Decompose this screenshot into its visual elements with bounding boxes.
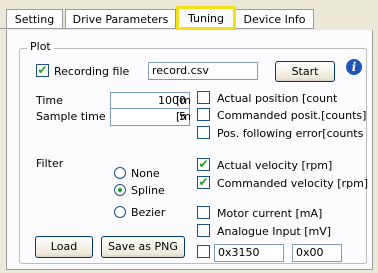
pos-following-error-label: Pos. following error[counts (217, 127, 364, 140)
save-as-png-button[interactable]: Save as PNG (101, 236, 185, 258)
filter-none-label: None (131, 167, 160, 180)
pos-following-error-checkbox[interactable] (197, 126, 210, 139)
recording-file-input[interactable]: record.csv (148, 62, 258, 80)
sample-time-label: Sample time (36, 110, 106, 123)
filter-bezier-radio[interactable] (114, 206, 126, 218)
tab-tuning[interactable]: Tuning (176, 6, 236, 30)
tab-drive-parameters[interactable]: Drive Parameters (65, 9, 176, 28)
custom-object-checkbox[interactable] (197, 245, 210, 258)
motor-current-label: Motor current [mA] (217, 207, 323, 220)
actual-position-checkbox[interactable] (197, 91, 210, 104)
plot-group-label: Plot (27, 40, 54, 53)
filter-spline-radio[interactable] (114, 184, 126, 196)
tab-bar: Setting Drive Parameters Tuning Device I… (0, 0, 378, 30)
checkmark-icon: ✔ (37, 63, 48, 77)
commanded-position-checkbox[interactable] (197, 108, 210, 121)
start-button[interactable]: Start (275, 61, 335, 82)
filter-bezier-label: Bezier (131, 206, 166, 219)
object-subindex-input[interactable]: 0x00 (292, 244, 342, 262)
commanded-position-label: Commanded posit.[counts] (217, 109, 367, 122)
motor-current-checkbox[interactable] (197, 206, 210, 219)
radio-selected-dot (118, 188, 122, 192)
analogue-input-checkbox[interactable] (197, 224, 210, 237)
actual-velocity-checkbox[interactable]: ✔ (197, 157, 210, 171)
info-icon[interactable]: i (346, 59, 362, 75)
tab-divider (0, 28, 314, 29)
time-unit: [ms] (176, 94, 190, 107)
tab-setting[interactable]: Setting (6, 9, 63, 28)
recording-file-label: Recording file (54, 65, 130, 78)
analogue-input-label: Analogue Input [mV] (217, 225, 332, 238)
tab-device-info[interactable]: Device Info (235, 9, 314, 28)
checkmark-icon: ✔ (198, 175, 209, 189)
filter-none-radio[interactable] (114, 167, 126, 179)
filter-label: Filter (36, 157, 64, 170)
sample-time-unit: [ms] (176, 110, 190, 123)
recording-file-checkbox[interactable]: ✔ (36, 63, 49, 77)
time-label: Time (36, 94, 63, 107)
checkmark-icon: ✔ (198, 157, 209, 171)
commanded-velocity-checkbox[interactable]: ✔ (197, 175, 210, 189)
commanded-velocity-label: Commanded velocity [rpm] (217, 177, 369, 190)
actual-position-label: Actual position [count (217, 92, 338, 105)
load-button[interactable]: Load (35, 236, 93, 258)
object-address-input[interactable]: 0x3150 (214, 244, 284, 262)
filter-spline-label: Spline (131, 184, 165, 197)
actual-velocity-label: Actual velocity [rpm] (217, 159, 333, 172)
